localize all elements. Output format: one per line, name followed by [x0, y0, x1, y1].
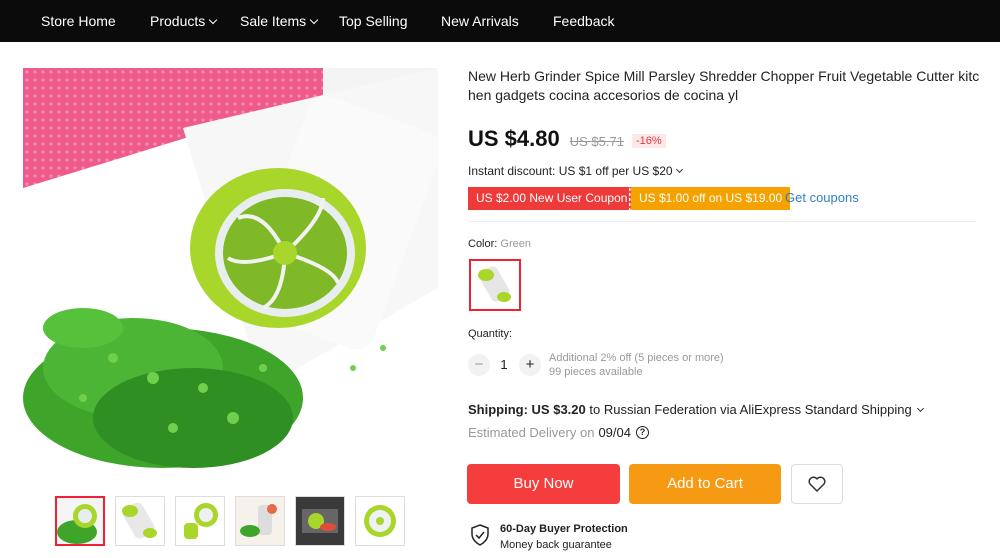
new-user-coupon[interactable]: US $2.00 New User Coupon — [465, 187, 636, 210]
swatch-image — [471, 261, 519, 309]
thumbnail-image — [296, 497, 344, 545]
chevron-down-icon — [309, 15, 319, 25]
nav-new-arrivals[interactable]: New Arrivals — [441, 0, 519, 42]
quantity-increase-button[interactable]: + — [519, 354, 541, 376]
nav-label: Store Home — [41, 13, 116, 29]
nav-label: Feedback — [553, 13, 615, 29]
original-price: US $5.71 — [569, 134, 624, 149]
discount-badge: -16% — [631, 134, 666, 148]
herb-grinder-photo — [23, 68, 438, 482]
estimated-delivery-label: Estimated Delivery on — [468, 425, 595, 440]
product-title: New Herb Grinder Spice Mill Parsley Shre… — [468, 68, 980, 103]
store-nav-bar: Store Home Products Sale Items Top Selli… — [0, 0, 1000, 42]
thumbnail-2[interactable] — [115, 496, 165, 546]
shipping-destination: to Russian Federation via AliExpress Sta… — [589, 402, 912, 417]
quantity-decrease-button[interactable]: − — [468, 354, 490, 376]
buyer-protection-title: 60-Day Buyer Protection — [500, 523, 628, 535]
thumbnail-image — [236, 497, 284, 545]
chevron-down-icon — [209, 15, 218, 25]
color-swatch-green[interactable] — [469, 259, 521, 311]
current-price: US $4.80 — [468, 126, 560, 151]
shipping-price: Shipping: US $3.20 — [468, 402, 586, 417]
nav-store-home[interactable]: Store Home — [41, 0, 116, 42]
chevron-down-icon — [916, 404, 924, 413]
bulk-discount-note: Additional 2% off (5 pieces or more) — [549, 352, 724, 364]
section-divider — [468, 221, 976, 222]
nav-label: New Arrivals — [441, 13, 519, 29]
shipping-info[interactable]: Shipping: US $3.20 to Russian Federation… — [468, 402, 924, 417]
nav-label: Sale Items — [240, 13, 307, 29]
shield-check-icon — [471, 524, 489, 546]
nav-products[interactable]: Products — [150, 0, 218, 42]
chevron-down-icon — [675, 165, 683, 174]
quantity-value[interactable]: 1 — [498, 357, 510, 372]
thumbnail-image — [176, 497, 224, 545]
wishlist-button[interactable] — [791, 464, 843, 504]
buyer-protection-subtitle: Money back guarantee — [500, 539, 612, 551]
thumbnail-image — [57, 498, 103, 544]
thumbnail-1[interactable] — [55, 496, 105, 546]
thumbnail-image — [356, 497, 404, 545]
instant-discount-label: Instant discount: US $1 off per US $20 — [468, 164, 673, 178]
color-label: Color: Green — [468, 238, 531, 250]
estimated-delivery: Estimated Delivery on 09/04? — [468, 425, 649, 440]
quantity-notes: Additional 2% off (5 pieces or more) 99 … — [549, 351, 724, 379]
nav-top-selling[interactable]: Top Selling — [339, 0, 408, 42]
buy-now-button[interactable]: Buy Now — [467, 464, 620, 504]
price-row: US $4.80 US $5.71 -16% — [468, 126, 666, 152]
nav-sale-items[interactable]: Sale Items — [240, 0, 319, 42]
nav-label: Products — [150, 13, 206, 29]
help-circle-icon[interactable]: ? — [636, 426, 649, 439]
quantity-label: Quantity: — [468, 328, 513, 340]
thumbnail-6[interactable] — [355, 496, 405, 546]
stock-available: 99 pieces available — [549, 366, 643, 378]
thumbnail-5[interactable] — [295, 496, 345, 546]
heart-icon — [808, 476, 826, 492]
color-label-text: Color: — [468, 238, 498, 250]
selected-color-value: Green — [500, 238, 531, 250]
nav-label: Top Selling — [339, 13, 408, 29]
thumbnail-3[interactable] — [175, 496, 225, 546]
nav-feedback[interactable]: Feedback — [553, 0, 614, 42]
estimated-delivery-date: 09/04 — [598, 425, 631, 440]
add-to-cart-button[interactable]: Add to Cart — [629, 464, 781, 504]
thumbnail-image — [116, 497, 164, 545]
thumbnail-4[interactable] — [235, 496, 285, 546]
instant-discount-toggle[interactable]: Instant discount: US $1 off per US $20 — [468, 164, 683, 178]
get-coupons-link[interactable]: Get coupons — [785, 190, 859, 205]
thumbnail-strip — [55, 496, 415, 546]
product-main-image[interactable] — [23, 68, 438, 482]
store-coupon[interactable]: US $1.00 off on US $19.00 — [628, 187, 791, 210]
